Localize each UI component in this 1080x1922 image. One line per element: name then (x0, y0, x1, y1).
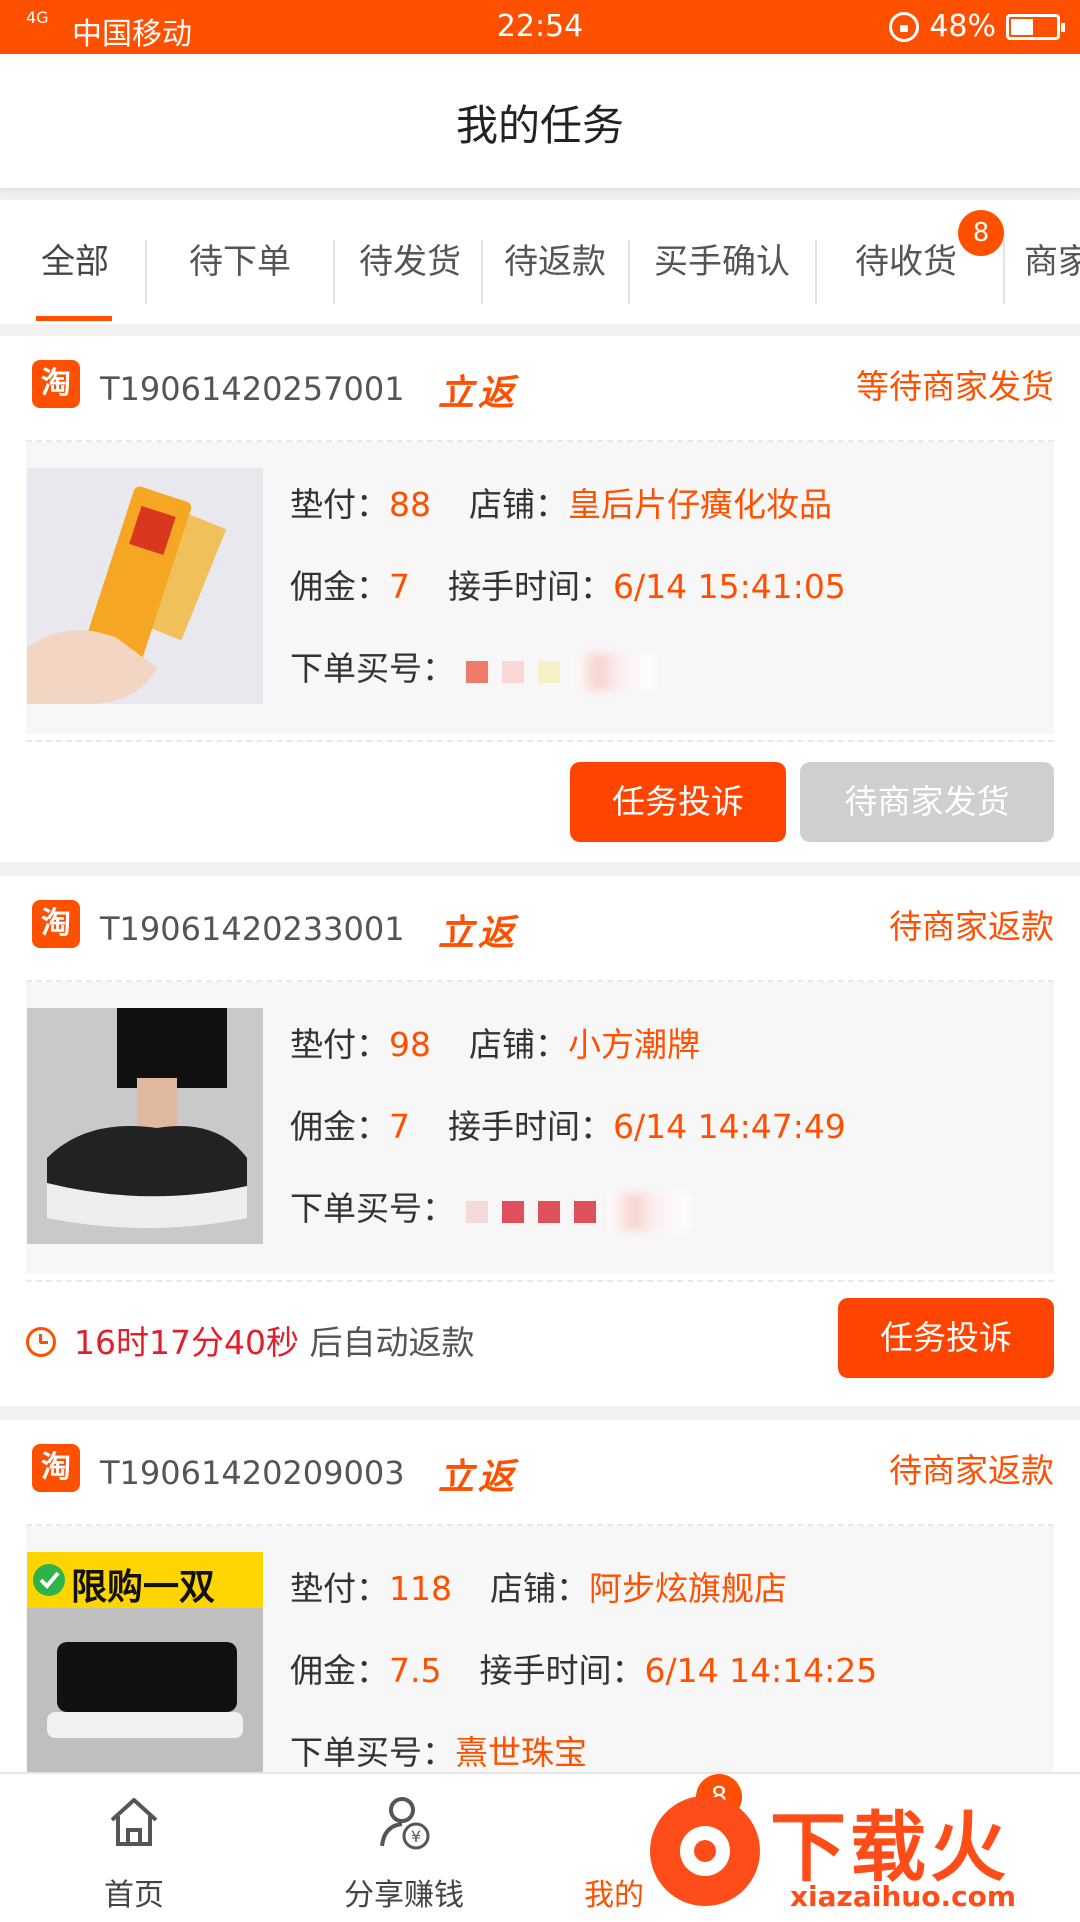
commission-amount: 7.5 (389, 1651, 442, 1690)
shop-label: 店铺： (469, 485, 568, 524)
auto-refund-countdown: 16时17分40秒 后自动返款 (26, 1316, 474, 1364)
accept-time: 6/14 14:47:49 (613, 1107, 846, 1146)
tab-pending-receive[interactable]: 待收货 (836, 200, 976, 324)
shop-name: 阿步炫旗舰店 (589, 1569, 787, 1608)
tab-divider (1003, 240, 1005, 304)
tab-divider (815, 240, 817, 304)
nav-share-earn[interactable]: ¥ 分享赚钱 (304, 1774, 504, 1922)
commission-label: 佣金： (290, 1651, 389, 1690)
watermark-url: xiazaihuo.com (790, 1880, 1017, 1913)
advance-row: 垫付：88 店铺：皇后片仔癀化妆品 (290, 478, 832, 526)
tab-divider (333, 240, 335, 304)
accept-time: 6/14 15:41:05 (613, 567, 846, 606)
task-tabs: 全部 待下单 待发货 待返款 买手确认 待收货 8 商家 (0, 200, 1080, 324)
battery-icon (1006, 13, 1065, 40)
task-card: 淘 T19061420257001 立返 等待商家发货 垫付：88 店铺：皇后片仔… (0, 336, 1080, 862)
instant-refund-tag: 立返 (438, 372, 519, 414)
tab-buyer-confirm[interactable]: 买手确认 (636, 200, 808, 324)
accept-time: 6/14 14:14:25 (644, 1651, 878, 1690)
product-image-badge: 限购一双 (71, 1567, 216, 1608)
buyer-account-redacted (465, 1190, 690, 1231)
advance-label: 垫付： (290, 485, 389, 524)
buyer-label: 下单买号： (290, 1189, 455, 1228)
buyer-row: 下单买号： (290, 642, 654, 691)
buyer-account-redacted (465, 650, 654, 691)
task-number: T19061420233001 (100, 910, 405, 948)
tab-pending-order[interactable]: 待下单 (160, 200, 320, 324)
tab-merchant[interactable]: 商家 (1024, 200, 1080, 324)
shop-label: 店铺： (490, 1569, 589, 1608)
divider (26, 1280, 1054, 1282)
advance-row: 垫付：118 店铺：阿步炫旗舰店 (290, 1562, 787, 1610)
home-icon (110, 1798, 158, 1846)
task-number: T19061420257001 (100, 370, 405, 408)
commission-amount: 7 (389, 567, 410, 606)
page-title: 我的任务 (455, 101, 624, 150)
divider (26, 740, 1054, 742)
task-complaint-button[interactable]: 任务投诉 (570, 762, 786, 842)
taobao-icon: 淘 (32, 360, 80, 408)
commission-amount: 7 (389, 1107, 410, 1146)
buyer-label: 下单买号： (290, 1733, 455, 1772)
page-header: 我的任务 (0, 54, 1080, 188)
instant-refund-tag: 立返 (438, 912, 519, 954)
await-merchant-ship-button[interactable]: 待商家发货 (800, 762, 1054, 842)
commission-label: 佣金： (290, 1107, 389, 1146)
tab-divider (145, 240, 147, 304)
instant-refund-tag: 立返 (438, 1456, 519, 1498)
task-status: 待商家返款 (889, 1451, 1054, 1490)
nav-home[interactable]: 首页 (34, 1774, 234, 1922)
svg-text:¥: ¥ (411, 1827, 421, 1846)
shop-name: 皇后片仔癀化妆品 (568, 485, 832, 524)
tab-active-indicator (36, 316, 112, 321)
task-complaint-button[interactable]: 任务投诉 (838, 1298, 1054, 1378)
status-bar: 4G 中国移动 22:54 48% (0, 0, 1080, 54)
task-number: T19061420209003 (100, 1454, 405, 1492)
commission-label: 佣金： (290, 567, 389, 606)
nav-home-label: 首页 (104, 1878, 164, 1913)
advance-amount: 118 (389, 1569, 452, 1608)
task-status: 等待商家发货 (856, 367, 1054, 406)
task-card: 淘 T19061420233001 立返 待商家返款 垫付：98 店铺：小方潮牌 … (0, 876, 1080, 1406)
advance-amount: 88 (389, 485, 431, 524)
watermark-logo-icon (650, 1796, 760, 1906)
buyer-row: 下单买号：熹世珠宝 (290, 1726, 587, 1772)
tab-badge-count: 8 (958, 210, 1004, 256)
taobao-icon: 淘 (32, 1444, 80, 1492)
battery-percent: 48% (929, 9, 996, 44)
accept-time-label: 接手时间： (448, 567, 613, 606)
product-image[interactable]: 限购一双 (27, 1552, 263, 1772)
countdown-suffix: 后自动返款 (298, 1323, 475, 1362)
tab-pending-ship[interactable]: 待发货 (340, 200, 480, 324)
shop-label: 店铺： (469, 1025, 568, 1064)
taobao-icon: 淘 (32, 900, 80, 948)
clock-icon (26, 1326, 56, 1357)
buyer-label: 下单买号： (290, 649, 455, 688)
countdown-time: 16时17分40秒 (74, 1323, 299, 1362)
task-status: 待商家返款 (889, 907, 1054, 946)
task-card: 淘 T19061420209003 立返 待商家返款 限购一双 垫付：118 店铺… (0, 1420, 1080, 1772)
shop-name: 小方潮牌 (568, 1025, 700, 1064)
advance-label: 垫付： (290, 1569, 389, 1608)
tab-pending-refund[interactable]: 待返款 (488, 200, 622, 324)
advance-label: 垫付： (290, 1025, 389, 1064)
product-image[interactable] (27, 468, 263, 704)
tab-divider (481, 240, 483, 304)
buyer-account: 熹世珠宝 (455, 1733, 587, 1772)
commission-row: 佣金：7.5 接手时间：6/14 14:14:25 (290, 1644, 877, 1692)
watermark: 下载火 xiazaihuo.com (640, 1780, 1080, 1920)
share-money-icon: ¥ (380, 1797, 430, 1850)
tab-divider (628, 240, 630, 304)
buyer-row: 下单买号： (290, 1182, 690, 1231)
rotation-lock-icon (889, 11, 920, 42)
commission-row: 佣金：7 接手时间：6/14 15:41:05 (290, 560, 846, 608)
tab-all[interactable]: 全部 (20, 200, 130, 324)
nav-share-earn-label: 分享赚钱 (344, 1878, 464, 1913)
accept-time-label: 接手时间： (479, 1651, 645, 1690)
accept-time-label: 接手时间： (448, 1107, 613, 1146)
advance-row: 垫付：98 店铺：小方潮牌 (290, 1018, 700, 1066)
product-image[interactable] (27, 1008, 263, 1244)
advance-amount: 98 (389, 1025, 431, 1064)
commission-row: 佣金：7 接手时间：6/14 14:47:49 (290, 1100, 846, 1148)
